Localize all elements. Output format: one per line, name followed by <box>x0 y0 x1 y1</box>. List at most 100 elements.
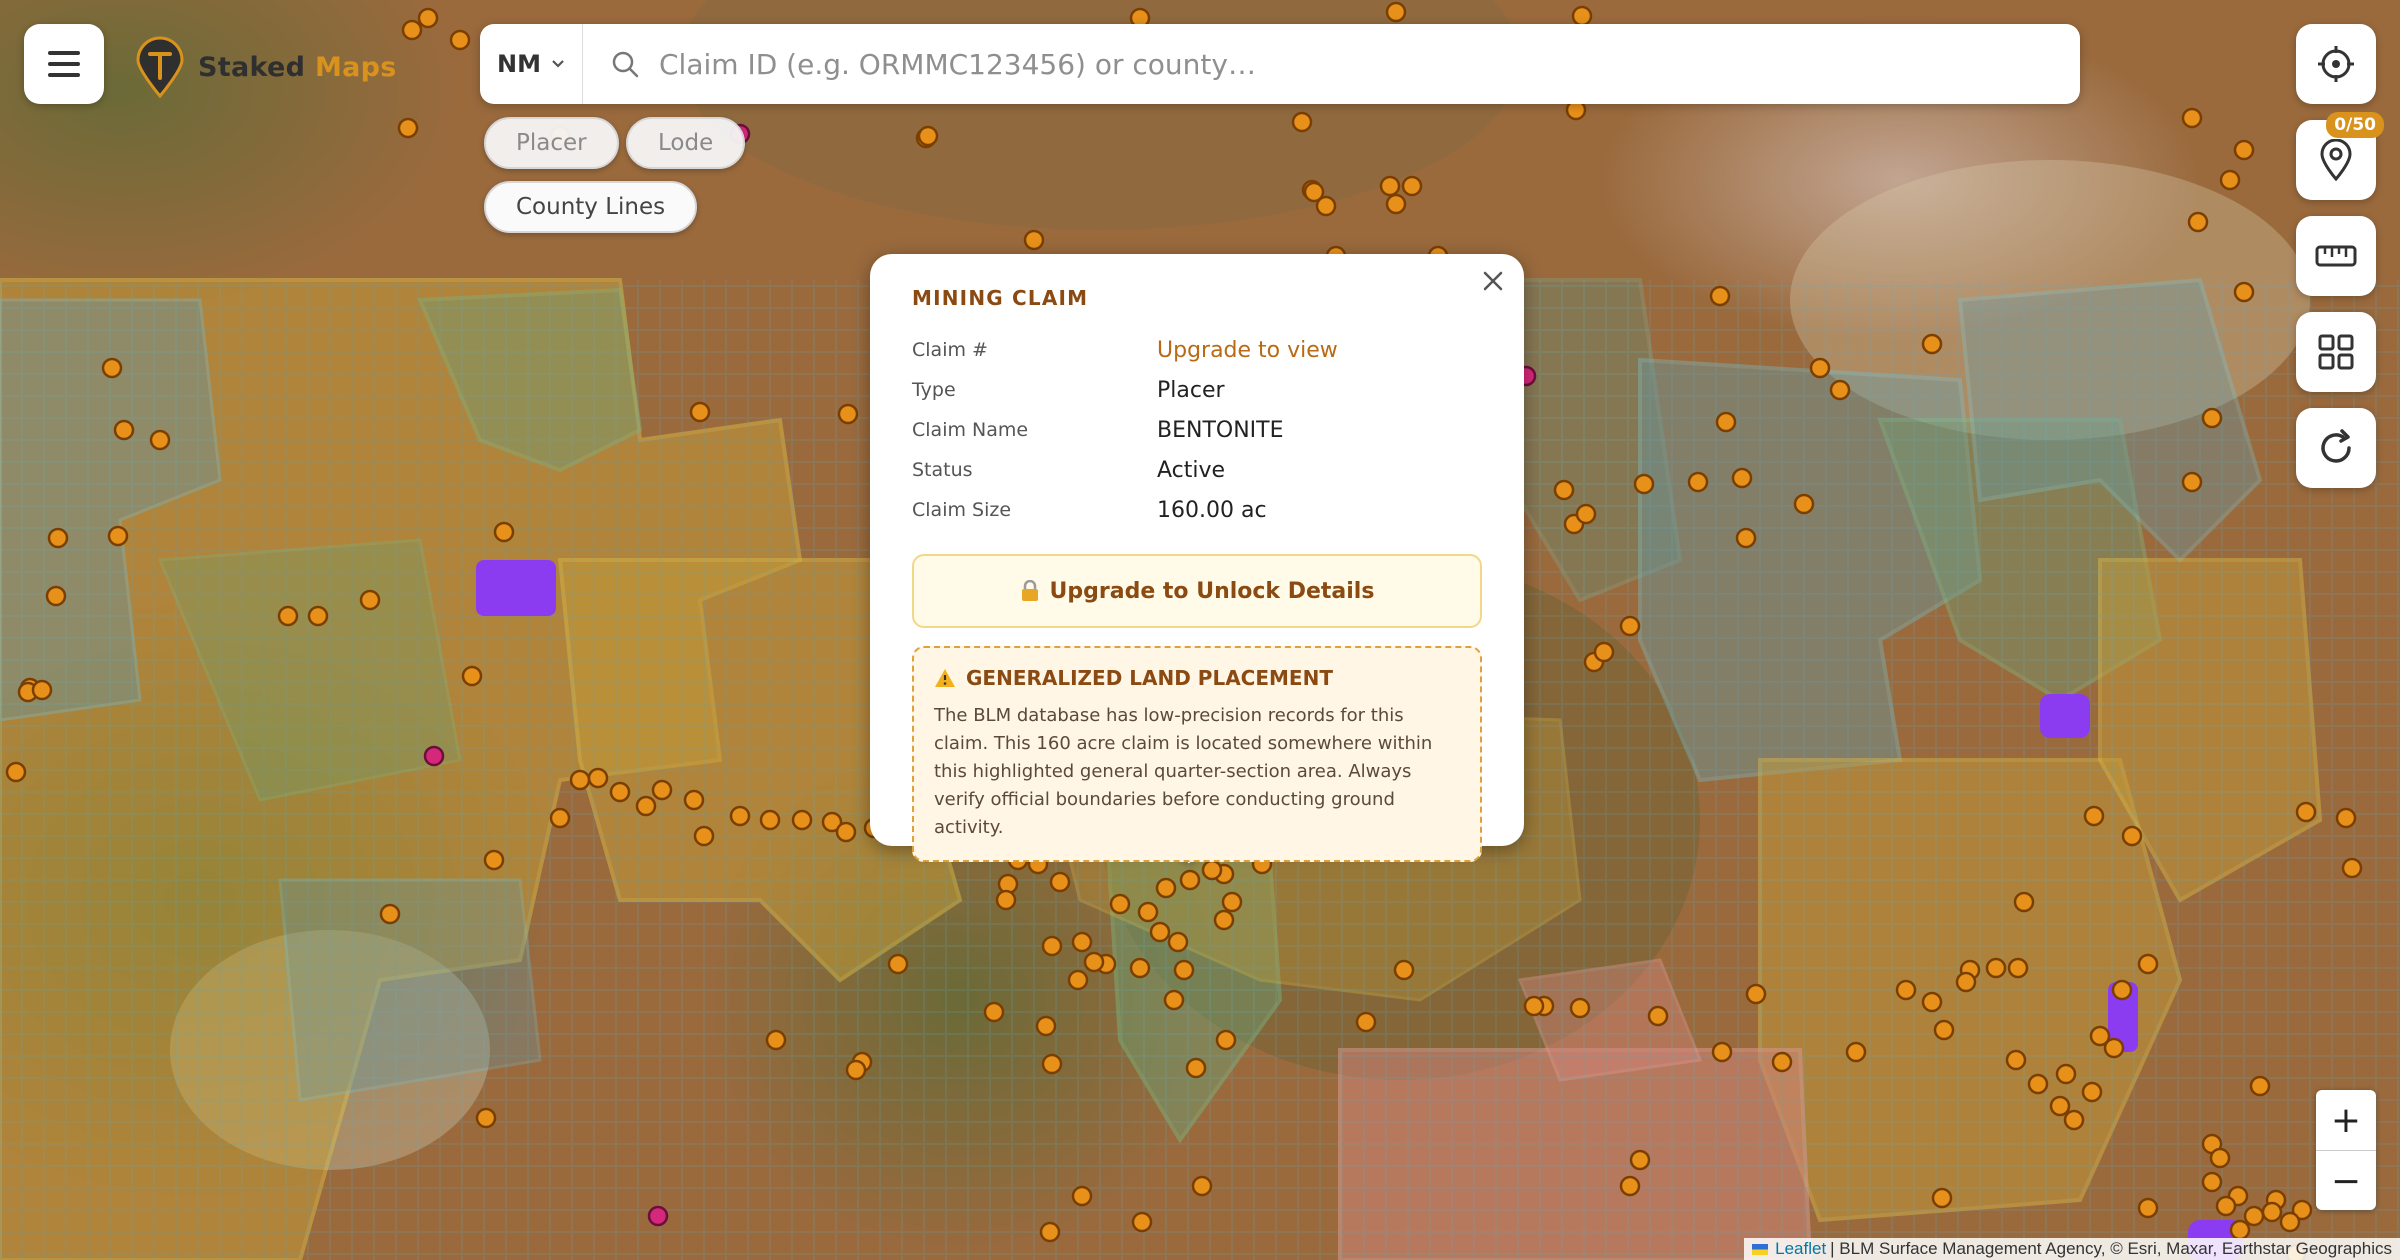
claim-marker[interactable] <box>2049 1095 2071 1117</box>
claim-marker[interactable] <box>2121 825 2143 847</box>
layers-button[interactable] <box>2296 312 2376 392</box>
claim-marker[interactable] <box>359 589 381 611</box>
saved-pins-button[interactable]: 0/50 <box>2296 112 2384 200</box>
claim-marker[interactable] <box>587 767 609 789</box>
claim-marker[interactable] <box>835 821 857 843</box>
claim-marker[interactable] <box>1711 1041 1733 1063</box>
leaflet-link[interactable]: Leaflet <box>1775 1239 1826 1259</box>
claim-marker[interactable] <box>2181 107 2203 129</box>
claim-marker[interactable] <box>2279 1211 2301 1233</box>
claim-marker[interactable] <box>2261 1201 2283 1223</box>
claim-marker[interactable] <box>1571 5 1593 27</box>
search-input[interactable] <box>657 46 2080 82</box>
claim-marker[interactable] <box>1163 989 1185 1011</box>
upgrade-unlock-button[interactable]: Upgrade to Unlock Details <box>912 554 1482 628</box>
claim-marker[interactable] <box>1619 1175 1641 1197</box>
claim-marker[interactable] <box>1379 175 1401 197</box>
filter-chip-county-lines[interactable]: County Lines <box>484 181 698 233</box>
claim-marker[interactable] <box>693 825 715 847</box>
menu-button[interactable] <box>24 24 104 104</box>
claim-marker[interactable] <box>107 525 129 547</box>
claim-marker[interactable] <box>2209 1147 2231 1169</box>
claim-marker[interactable] <box>1393 959 1415 981</box>
claim-marker[interactable] <box>635 795 657 817</box>
claim-marker[interactable] <box>2089 1025 2111 1047</box>
claim-marker[interactable] <box>2013 891 2035 913</box>
claim-marker[interactable] <box>2229 1219 2251 1241</box>
claim-marker[interactable] <box>2005 1049 2027 1071</box>
claim-marker[interactable] <box>1575 503 1597 525</box>
claim-marker[interactable] <box>2027 1073 2049 1095</box>
claim-marker[interactable] <box>1793 493 1815 515</box>
claim-marker[interactable] <box>1553 479 1575 501</box>
claim-marker[interactable] <box>493 521 515 543</box>
claim-marker[interactable] <box>2181 471 2203 493</box>
zoom-out-button[interactable]: − <box>2316 1151 2376 1210</box>
claim-marker[interactable] <box>1809 357 1831 379</box>
state-select[interactable]: NM <box>480 24 583 104</box>
claim-marker[interactable] <box>1523 995 1545 1017</box>
claim-marker[interactable] <box>2083 805 2105 827</box>
claim-marker[interactable] <box>683 789 705 811</box>
claim-marker[interactable] <box>2137 1197 2159 1219</box>
claim-marker[interactable] <box>791 809 813 831</box>
claim-marker[interactable] <box>2243 1205 2265 1227</box>
claim-marker[interactable] <box>1355 1011 1377 1033</box>
claim-marker[interactable] <box>1385 193 1407 215</box>
claim-marker[interactable] <box>1071 931 1093 953</box>
claim-marker[interactable] <box>417 7 439 29</box>
claim-marker[interactable] <box>1173 959 1195 981</box>
claim-marker[interactable] <box>2201 407 2223 429</box>
claim-marker[interactable] <box>2007 957 2029 979</box>
claim-marker[interactable] <box>31 679 53 701</box>
claim-marker[interactable] <box>1213 909 1235 931</box>
claim-marker[interactable] <box>1731 467 1753 489</box>
upgrade-to-view-link[interactable]: Upgrade to view <box>1157 338 1338 363</box>
claim-marker[interactable] <box>1023 229 1045 251</box>
claim-marker[interactable] <box>1569 997 1591 1019</box>
claim-marker[interactable] <box>1401 175 1423 197</box>
claim-marker[interactable] <box>1039 1221 1061 1243</box>
claim-marker[interactable] <box>2111 979 2133 1001</box>
claim-marker[interactable] <box>1629 1149 1651 1171</box>
claim-marker[interactable] <box>1191 1175 1213 1197</box>
claim-marker[interactable] <box>1735 527 1757 549</box>
claim-marker[interactable] <box>1041 1053 1063 1075</box>
claim-marker[interactable] <box>1149 921 1171 943</box>
claim-marker[interactable] <box>47 527 69 549</box>
claim-marker[interactable] <box>1845 1041 1867 1063</box>
claim-marker[interactable] <box>569 769 591 791</box>
claim-marker[interactable] <box>2215 1195 2237 1217</box>
brand-logo[interactable]: Staked Maps <box>134 36 397 98</box>
claim-marker[interactable] <box>689 401 711 423</box>
claim-marker[interactable] <box>2233 281 2255 303</box>
claim-marker[interactable] <box>1771 1051 1793 1073</box>
filter-chip-lode[interactable]: Lode <box>626 117 746 169</box>
claim-marker[interactable] <box>1619 615 1641 637</box>
claim-marker[interactable] <box>1985 957 2007 979</box>
claim-marker[interactable] <box>5 761 27 783</box>
claim-marker[interactable] <box>149 429 171 451</box>
claim-marker[interactable] <box>2081 1081 2103 1103</box>
claim-marker[interactable] <box>307 605 329 627</box>
claim-marker[interactable] <box>1049 871 1071 893</box>
claim-marker[interactable] <box>1083 951 1105 973</box>
claim-marker[interactable] <box>475 1107 497 1129</box>
claim-marker[interactable] <box>2219 169 2241 191</box>
claim-marker[interactable] <box>1167 931 1189 953</box>
claim-marker[interactable] <box>1185 1057 1207 1079</box>
claim-marker[interactable] <box>1921 991 1943 1013</box>
claim-marker[interactable] <box>1829 379 1851 401</box>
claim-marker[interactable] <box>1071 1185 1093 1207</box>
claim-marker[interactable] <box>1593 641 1615 663</box>
claim-marker[interactable] <box>1109 893 1131 915</box>
zoom-in-button[interactable]: + <box>2316 1090 2376 1151</box>
claim-marker[interactable] <box>2335 807 2357 829</box>
claim-marker[interactable] <box>1633 473 1655 495</box>
filter-chip-placer[interactable]: Placer <box>484 117 619 169</box>
claim-marker[interactable] <box>1179 869 1201 891</box>
claim-marker[interactable] <box>887 953 909 975</box>
claim-marker[interactable] <box>1215 1029 1237 1051</box>
claim-marker[interactable] <box>1745 983 1767 1005</box>
claim-marker[interactable] <box>1155 877 1177 899</box>
